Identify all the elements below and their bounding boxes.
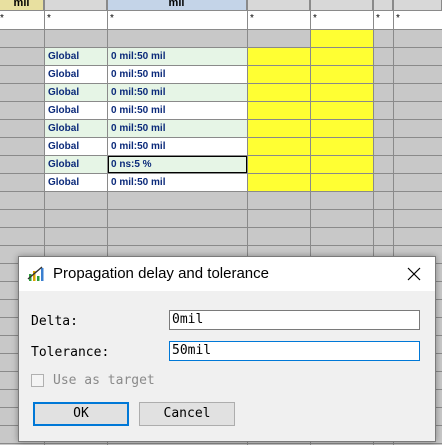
grid-line [0, 245, 442, 246]
filter-cell[interactable]: * [313, 13, 317, 24]
column-header-row: mil mil [0, 0, 442, 11]
scope-cell[interactable]: Global [45, 66, 107, 83]
use-as-target-label: Use as target [53, 373, 155, 388]
delta-field[interactable]: 0mil [169, 310, 420, 330]
filter-cell[interactable]: * [0, 13, 4, 24]
column-header[interactable] [373, 0, 393, 10]
cancel-button[interactable]: Cancel [139, 402, 235, 426]
scope-cell[interactable]: Global [45, 174, 107, 191]
column-header[interactable] [44, 0, 107, 10]
grid-line [0, 191, 442, 192]
column-header[interactable] [310, 0, 373, 10]
grid-line [0, 227, 442, 228]
value-cell[interactable]: 0 mil:50 mil [108, 174, 247, 191]
grid-line [0, 443, 442, 444]
column-header[interactable] [393, 0, 442, 10]
dialog-title: Propagation delay and tolerance [53, 265, 269, 282]
delta-label: Delta: [31, 314, 78, 329]
highlight-cells [248, 48, 310, 192]
grid-line [0, 173, 442, 174]
app-icon [27, 265, 45, 283]
value-cell[interactable]: 0 mil:50 mil [108, 138, 247, 155]
filter-cell[interactable]: * [250, 13, 254, 24]
highlight-cells [311, 30, 373, 192]
tolerance-field[interactable]: 50mil [169, 341, 420, 361]
scope-cell[interactable]: Global [45, 156, 107, 173]
grid-line [0, 119, 442, 120]
grid-line [0, 155, 442, 156]
filter-cell[interactable]: * [376, 13, 380, 24]
value-cell[interactable]: 0 mil:50 mil [108, 102, 247, 119]
scope-cell[interactable]: Global [45, 48, 107, 65]
dialog-titlebar[interactable]: Propagation delay and tolerance [19, 257, 435, 291]
grid-line [0, 47, 442, 48]
close-icon[interactable] [405, 265, 423, 283]
scope-cell[interactable]: Global [45, 102, 107, 119]
filter-cell[interactable]: * [47, 13, 51, 24]
propagation-delay-dialog: Propagation delay and tolerance Delta: 0… [18, 256, 436, 442]
column-header[interactable]: mil [0, 0, 44, 10]
grid-line [0, 83, 442, 84]
column-header[interactable] [247, 0, 310, 10]
filter-cell[interactable]: * [110, 13, 114, 24]
use-as-target-checkbox[interactable] [31, 374, 44, 387]
scope-cell[interactable]: Global [45, 120, 107, 137]
value-cell-focused[interactable]: 0 ns:5 % [108, 156, 247, 173]
value-cell[interactable]: 0 mil:50 mil [108, 66, 247, 83]
filter-cell[interactable]: * [396, 13, 400, 24]
column-header-selected[interactable]: mil [107, 0, 247, 10]
ok-button[interactable]: OK [33, 402, 129, 426]
value-cell[interactable]: 0 mil:50 mil [108, 120, 247, 137]
value-cell[interactable]: 0 mil:50 mil [108, 84, 247, 101]
grid-line [0, 209, 442, 210]
value-cell[interactable]: 0 mil:50 mil [108, 48, 247, 65]
tolerance-label: Tolerance: [31, 345, 110, 360]
scope-cell[interactable]: Global [45, 84, 107, 101]
grid-line [0, 101, 442, 102]
grid-line [0, 137, 442, 138]
grid-line [0, 65, 442, 66]
scope-cell[interactable]: Global [45, 138, 107, 155]
